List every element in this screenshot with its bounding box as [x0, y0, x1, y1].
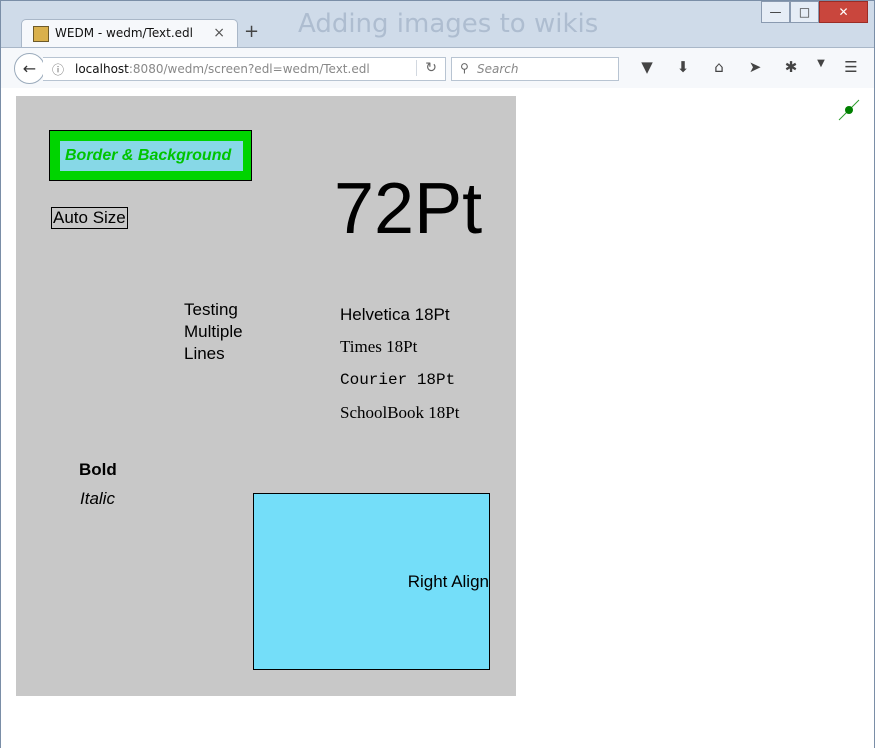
- search-placeholder: Search: [477, 62, 519, 76]
- bold-label: Bold: [79, 460, 117, 479]
- navigation-bar: ← ⓘ localhost:8080/wedm/screen?edl=wedm/…: [1, 47, 874, 88]
- dropdown-chevron-icon[interactable]: ▼: [809, 58, 833, 76]
- 72pt-label: 72Pt: [334, 169, 483, 249]
- auto-size-label: Auto Size: [51, 207, 128, 229]
- search-box[interactable]: ⚲ Search: [451, 57, 619, 81]
- close-button[interactable]: ✕: [819, 1, 868, 23]
- multi-line-2: Multiple: [184, 322, 243, 341]
- border-background-inner: Border & Background: [60, 141, 243, 171]
- helvetica-label: Helvetica 18Pt: [340, 305, 450, 324]
- send-icon[interactable]: ➤: [737, 58, 773, 76]
- minimize-button[interactable]: —: [761, 1, 790, 23]
- download-icon[interactable]: ⬇: [665, 58, 701, 76]
- multi-line-label: Testing Multiple Lines: [184, 299, 243, 365]
- italic-label: Italic: [80, 489, 115, 508]
- reload-icon[interactable]: ↻: [416, 60, 437, 76]
- border-background-label: Border & Background: [65, 147, 232, 164]
- wedm-favicon-icon: [33, 26, 49, 42]
- url-bar[interactable]: ⓘ localhost:8080/wedm/screen?edl=wedm/Te…: [43, 57, 446, 81]
- schoolbook-label: SchoolBook 18Pt: [340, 403, 460, 422]
- menu-icon[interactable]: ☰: [833, 58, 869, 76]
- multi-line-1: Testing: [184, 300, 238, 319]
- back-arrow-icon: ←: [22, 59, 37, 78]
- times-label: Times 18Pt: [340, 337, 418, 356]
- page-content: Border & Background Auto Size 72Pt Testi…: [1, 88, 874, 748]
- courier-label: Courier 18Pt: [340, 371, 456, 389]
- multi-line-3: Lines: [184, 344, 225, 363]
- home-icon[interactable]: ⌂: [701, 58, 737, 76]
- toolbar-icons: ▼ ⬇ ⌂ ➤ ✱ ▼ ☰: [629, 58, 869, 76]
- tab-title: WEDM - wedm/Text.edl: [55, 26, 193, 40]
- new-tab-button[interactable]: +: [244, 21, 259, 42]
- right-align-box: Right Align: [253, 493, 490, 670]
- addon-icon[interactable]: ✱: [773, 58, 809, 76]
- tab-wedm[interactable]: WEDM - wedm/Text.edl ×: [21, 19, 238, 48]
- maximize-button[interactable]: □: [790, 1, 819, 23]
- close-tab-icon[interactable]: ×: [213, 25, 225, 41]
- browser-window: Adding images to wikis — □ ✕ WEDM - wedm…: [0, 0, 875, 748]
- pocket-icon[interactable]: ▼: [629, 58, 665, 76]
- back-button[interactable]: ←: [14, 53, 45, 84]
- border-background-widget: Border & Background: [49, 130, 252, 181]
- right-align-label: Right Align: [407, 572, 489, 591]
- search-icon: ⚲: [460, 61, 469, 75]
- url-path: :8080/wedm/screen?edl=wedm/Text.edl: [128, 62, 370, 76]
- url-host: localhost: [75, 62, 129, 76]
- background-window-title: Adding images to wikis: [298, 9, 599, 39]
- edm-screen: Border & Background Auto Size 72Pt Testi…: [16, 96, 516, 696]
- url-text: localhost:8080/wedm/screen?edl=wedm/Text…: [75, 62, 370, 76]
- connection-status-icon: [838, 99, 860, 121]
- window-controls: — □ ✕: [761, 1, 868, 23]
- info-icon[interactable]: ⓘ: [52, 61, 64, 78]
